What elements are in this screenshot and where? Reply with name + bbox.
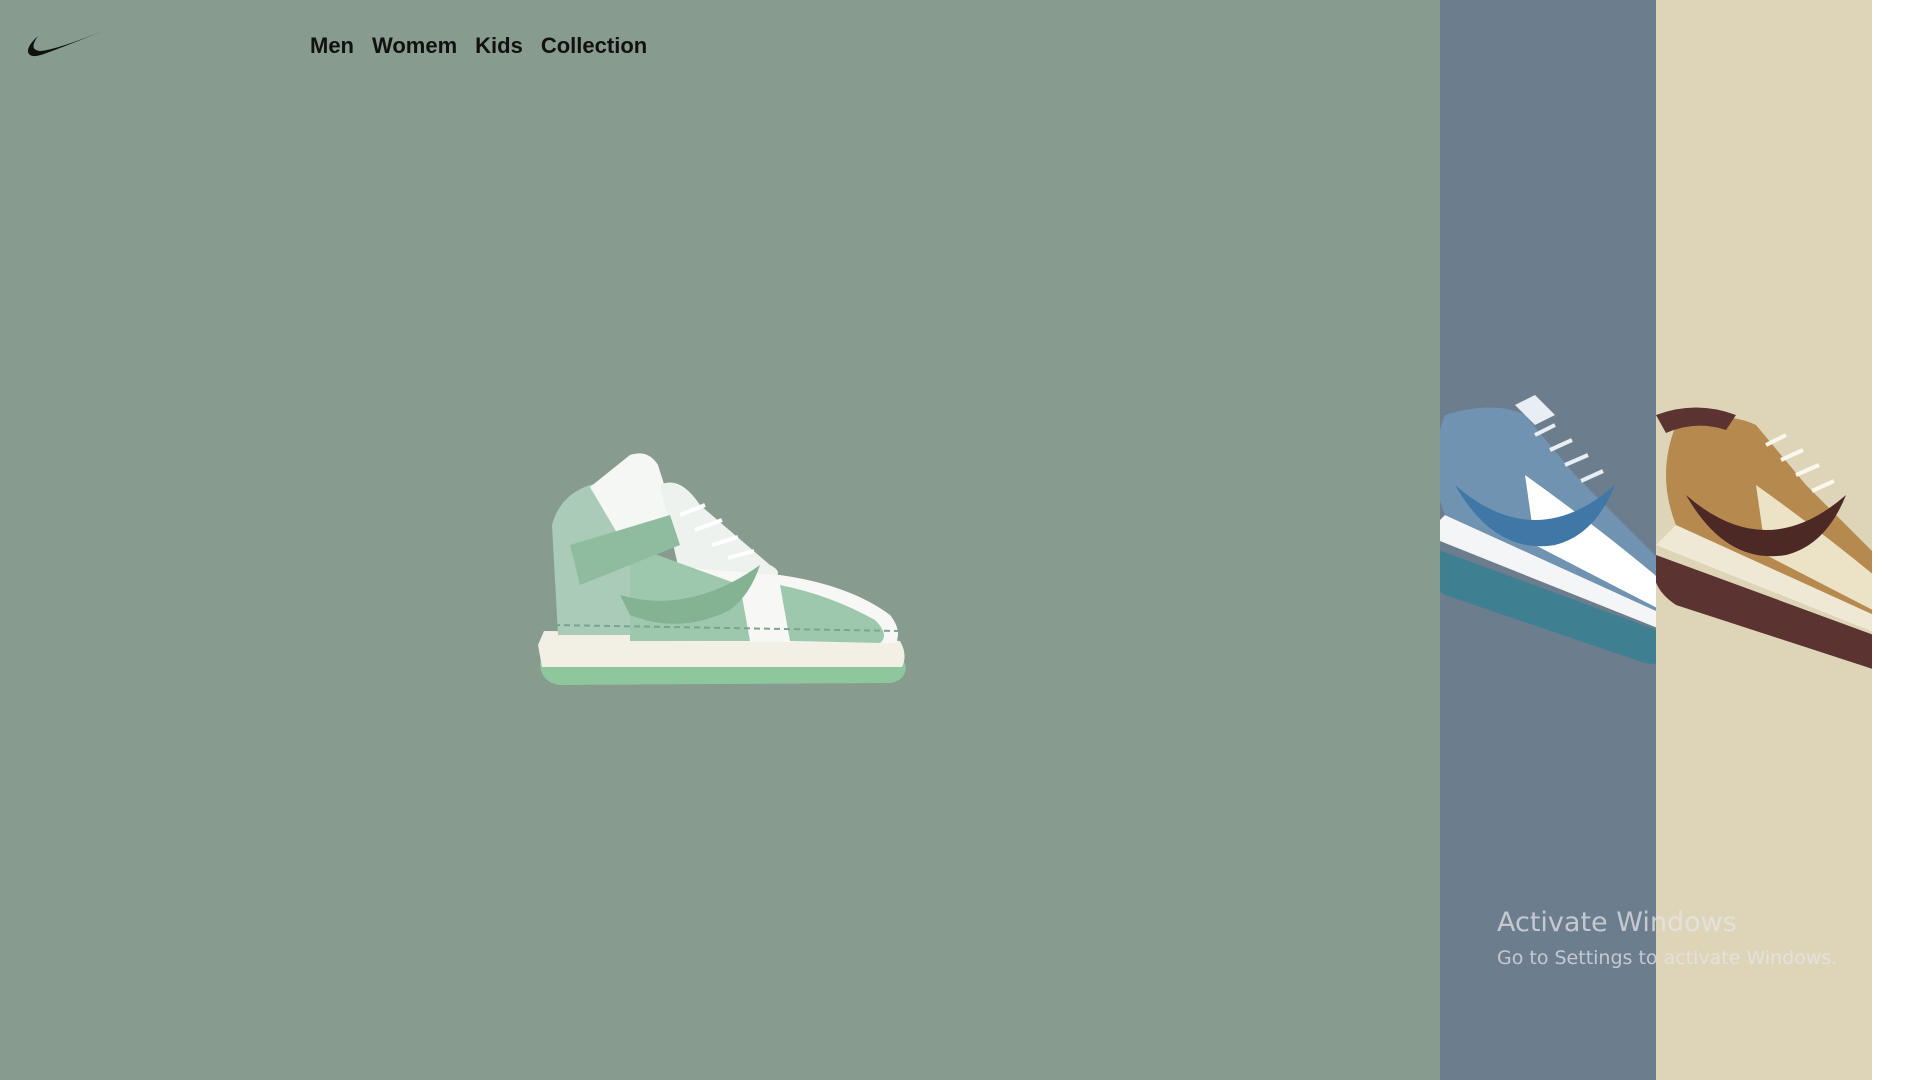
watermark-title: Activate Windows <box>1497 907 1737 938</box>
green-high-top-sneaker-icon[interactable] <box>530 445 910 690</box>
nike-swoosh-icon[interactable] <box>26 26 110 62</box>
site-header: Men Womem Kids Collection <box>0 0 1440 96</box>
nav-link-men[interactable]: Men <box>310 32 354 60</box>
brown-tan-low-sneaker-icon[interactable] <box>1656 405 1872 685</box>
main-nav: Men Womem Kids Collection <box>310 32 647 60</box>
blue-paisley-low-sneaker-icon[interactable] <box>1440 395 1656 675</box>
nav-link-kids[interactable]: Kids <box>475 32 523 60</box>
watermark-subtitle: Go to Settings to activate Windows. <box>1497 947 1838 969</box>
activate-windows-watermark: Activate Windows Go to Settings to activ… <box>1497 905 1837 973</box>
featured-panel <box>0 0 1440 1080</box>
right-edge-strip <box>1872 0 1920 1080</box>
nav-link-women[interactable]: Womem <box>372 32 457 60</box>
page: Men Womem Kids Collection Activate Windo… <box>0 0 1920 1080</box>
nav-link-collection[interactable]: Collection <box>541 32 647 60</box>
